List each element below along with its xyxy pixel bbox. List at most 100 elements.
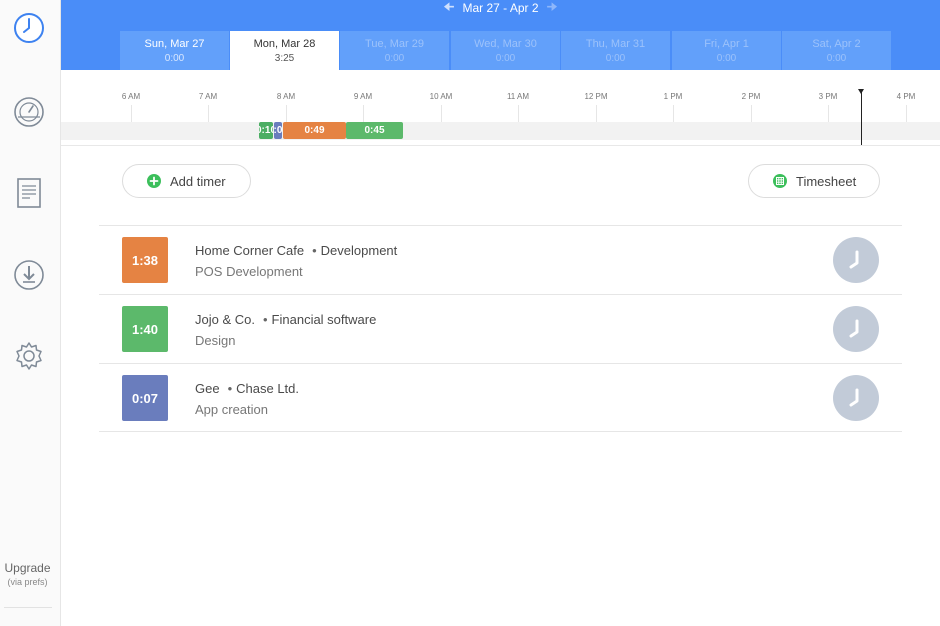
- timeline-track: [61, 122, 940, 140]
- time-entry-row[interactable]: 1:38 Home Corner Cafe • Development POS De…: [99, 225, 902, 294]
- timesheet-button[interactable]: Timesheet: [748, 164, 880, 198]
- tick-line: [751, 105, 752, 123]
- entry-task: Design: [195, 333, 236, 348]
- timeline-segment[interactable]: 0:49: [283, 122, 346, 139]
- entry-client: Home Corner Cafe: [195, 243, 305, 258]
- app-window: Upgrade (via prefs) 🠈 Mar 27 - Apr 2 🠊 S…: [0, 0, 940, 626]
- grid-icon: [773, 174, 787, 188]
- day-tab-label: Sat, Apr 2: [812, 38, 861, 50]
- arrow-left-icon[interactable]: 🠈: [443, 0, 454, 19]
- tick-line: [906, 105, 907, 123]
- day-tab-label: Mon, Mar 28: [253, 38, 316, 50]
- settings-icon[interactable]: [12, 339, 46, 373]
- day-tab-label: Thu, Mar 31: [585, 38, 646, 50]
- add-timer-label: Add timer: [170, 173, 226, 189]
- entry-task: POS Development: [195, 264, 303, 279]
- entry-client: Gee: [195, 381, 220, 396]
- start-timer-button[interactable]: [833, 375, 879, 421]
- tick-line: [208, 105, 209, 123]
- week-header: 🠈 Mar 27 - Apr 2 🠊 Sun, Mar 27 0:00 Mon,…: [61, 0, 940, 70]
- day-tab-wed[interactable]: Wed, Mar 30 0:00: [451, 31, 561, 70]
- day-tab-label: Sun, Mar 27: [144, 38, 205, 50]
- entry-title: Jojo & Co. • Financial software: [195, 312, 376, 327]
- day-tab-total: 0:00: [605, 53, 626, 64]
- tick-label: 1 PM: [663, 92, 683, 101]
- day-tab-total: 0:00: [384, 53, 405, 64]
- tick-line: [518, 105, 519, 123]
- day-tab-sun[interactable]: Sun, Mar 27 0:00: [120, 31, 230, 70]
- tick-label: 12 PM: [584, 92, 608, 101]
- reports-icon[interactable]: [12, 176, 46, 210]
- day-tab-mon[interactable]: Mon, Mar 28 3:25: [230, 31, 340, 70]
- time-entry-list: 1:38 Home Corner Cafe • Development POS De…: [99, 225, 902, 432]
- sidebar: Upgrade (via prefs): [0, 0, 61, 626]
- entry-project: Financial software: [271, 312, 377, 327]
- timeline-segment[interactable]: 0:45: [346, 122, 403, 139]
- duration-badge[interactable]: 1:38: [122, 237, 168, 283]
- day-tab-thu[interactable]: Thu, Mar 31 0:00: [561, 31, 671, 70]
- day-tab-total: 0:00: [495, 53, 516, 64]
- date-range-nav: 🠈 Mar 27 - Apr 2 🠊: [61, 0, 940, 16]
- timesheet-label: Timesheet: [796, 173, 857, 189]
- plus-icon: [147, 174, 161, 188]
- start-timer-button[interactable]: [833, 306, 879, 352]
- tick-label: 7 AM: [198, 92, 218, 101]
- upgrade-sublabel: (via prefs): [7, 577, 48, 587]
- tick-label: 3 PM: [818, 92, 838, 101]
- day-tab-total: 0:00: [716, 53, 737, 64]
- tick-line: [363, 105, 364, 123]
- day-tab-total: 3:25: [274, 53, 295, 64]
- timeline-segment[interactable]: 0:10: [259, 122, 273, 139]
- entry-title: Gee • Chase Ltd.: [195, 381, 299, 396]
- day-tab-label: Tue, Mar 29: [365, 38, 424, 50]
- bullet-separator: •: [227, 381, 233, 396]
- day-tab-label: Fri, Apr 1: [704, 38, 749, 50]
- duration-badge[interactable]: 1:40: [122, 306, 168, 352]
- tick-label: 8 AM: [276, 92, 296, 101]
- tick-label: 6 AM: [121, 92, 141, 101]
- date-range-label: Mar 27 - Apr 2: [462, 1, 539, 15]
- tick-line: [828, 105, 829, 123]
- clock-icon: [849, 319, 859, 338]
- entry-title: Home Corner Cafe • Development: [195, 243, 397, 258]
- time-entry-row[interactable]: 0:07 Gee • Chase Ltd. App creation: [99, 363, 902, 432]
- day-tab-total: 0:00: [826, 53, 847, 64]
- tick-line: [673, 105, 674, 123]
- tick-label: 4 PM: [896, 92, 916, 101]
- tick-line: [286, 105, 287, 123]
- bullet-separator: •: [312, 243, 317, 258]
- day-tab-total: 0:00: [164, 53, 185, 64]
- tick-line: [131, 105, 132, 123]
- timeline-segment[interactable]: 0:07: [274, 122, 282, 139]
- bullet-separator: •: [262, 312, 268, 327]
- entry-client: Jojo & Co.: [195, 312, 255, 327]
- duration-badge[interactable]: 0:07: [122, 375, 168, 421]
- day-tab-sat[interactable]: Sat, Apr 2 0:00: [782, 31, 892, 70]
- entry-task: App creation: [195, 402, 268, 417]
- entry-project: Chase Ltd.: [236, 381, 300, 396]
- tick-label: 10 AM: [429, 92, 453, 101]
- upgrade-label: Upgrade: [4, 561, 51, 575]
- tick-line: [441, 105, 442, 123]
- day-tab-fri[interactable]: Fri, Apr 1 0:00: [672, 31, 782, 70]
- tick-line: [596, 105, 597, 123]
- time-entry-row[interactable]: 1:40 Jojo & Co. • Financial software Desig…: [99, 294, 902, 363]
- clock-icon[interactable]: [12, 11, 46, 45]
- clock-icon: [849, 388, 859, 407]
- day-tab-label: Wed, Mar 30: [474, 38, 537, 50]
- day-timeline: 6 AM 7 AM 8 AM 9 AM 10 AM 11 AM 12 PM 1 …: [61, 70, 940, 146]
- entry-project: Development: [320, 243, 398, 258]
- day-tab-tue[interactable]: Tue, Mar 29 0:00: [340, 31, 450, 70]
- clock-icon: [849, 250, 859, 269]
- upgrade-link[interactable]: Upgrade (via prefs): [0, 561, 55, 587]
- current-time-marker: [861, 90, 862, 145]
- tick-label: 11 AM: [506, 92, 530, 101]
- tick-label: 2 PM: [741, 92, 761, 101]
- start-timer-button[interactable]: [833, 237, 879, 283]
- dashboard-icon[interactable]: [12, 95, 46, 129]
- sidebar-divider: [4, 607, 52, 608]
- download-icon[interactable]: [12, 258, 46, 292]
- add-timer-button[interactable]: Add timer: [122, 164, 251, 198]
- arrow-right-icon[interactable]: 🠊: [547, 0, 558, 19]
- tick-label: 9 AM: [353, 92, 373, 101]
